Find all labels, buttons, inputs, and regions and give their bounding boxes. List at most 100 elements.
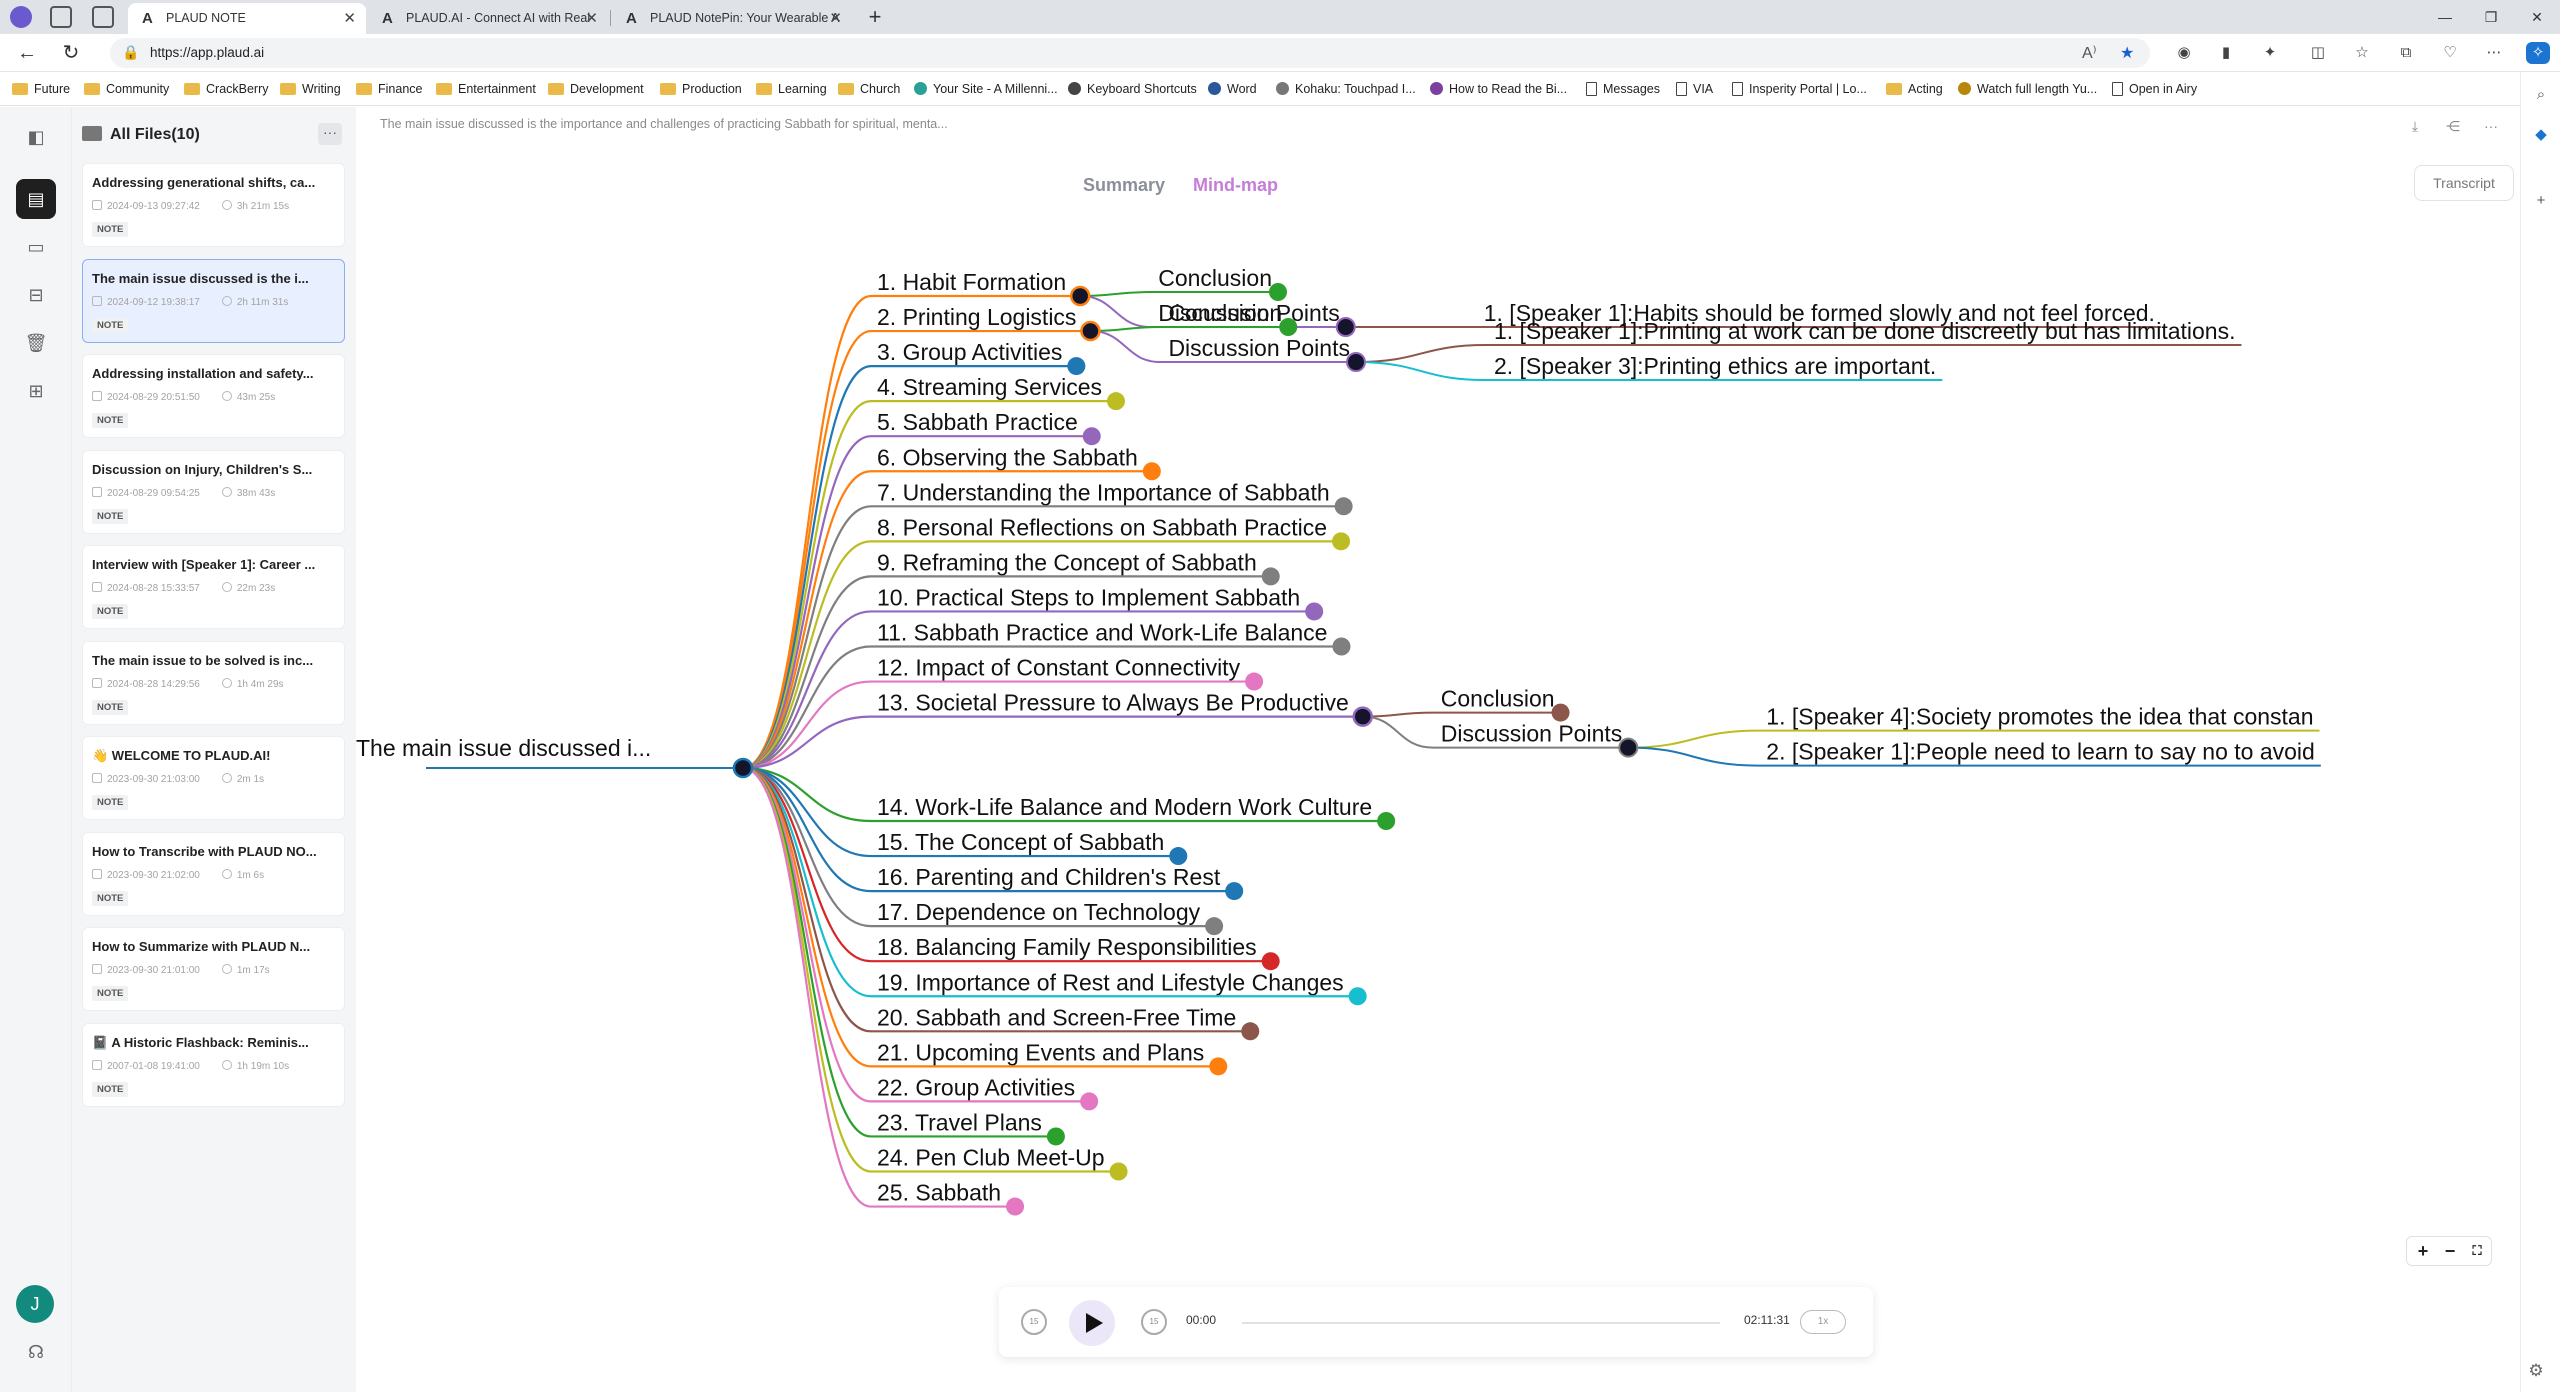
bookmark-insperity[interactable]: Insperity Portal | Lo... [1732, 72, 1867, 106]
topic-node[interactable] [1225, 882, 1244, 901]
mind-map-point[interactable]: 2. [Speaker 3]:Printing ethics are impor… [1494, 353, 1936, 379]
discussion-node[interactable] [1335, 317, 1356, 337]
mind-map-topic[interactable]: 17. Dependence on Technology [877, 899, 1201, 925]
bookmark-acting[interactable]: Acting [1886, 72, 1943, 106]
root-node[interactable] [732, 757, 754, 779]
rewind-15-icon[interactable]: 15 [1021, 1309, 1047, 1335]
mind-map-topic[interactable]: 6. Observing the Sabbath [877, 444, 1138, 470]
zoom-in-button[interactable]: + [2409, 1237, 2437, 1265]
mind-map-topic[interactable]: 7. Understanding the Importance of Sabba… [877, 479, 1330, 505]
bookmark-entertainment[interactable]: Entertainment [436, 72, 536, 106]
files-nav-icon[interactable]: ▤ [16, 179, 56, 219]
forward-15-icon[interactable]: 15 [1141, 1309, 1167, 1335]
mind-map-topic[interactable]: 2. Printing Logistics [877, 304, 1076, 330]
add-sidebar-app-icon[interactable]: + [2530, 190, 2552, 212]
topic-node[interactable] [1080, 320, 1101, 342]
mind-map-topic[interactable]: 4. Streaming Services [877, 374, 1102, 400]
file-card[interactable]: Addressing installation and safety... 202… [82, 354, 345, 438]
tab-plaud-notepin[interactable]: A PLAUD NotePin: Your Wearable A ✕ [612, 3, 852, 34]
file-card[interactable]: How to Transcribe with PLAUD NO... 2023-0… [82, 831, 345, 916]
fit-view-icon[interactable]: ⛶ [2463, 1237, 2491, 1265]
file-card[interactable]: How to Summarize with PLAUD N... 2023-09-… [82, 927, 345, 1011]
mind-map-topic[interactable]: 13. Societal Pressure to Always Be Produ… [877, 690, 1349, 716]
vertical-tabs-icon[interactable] [92, 6, 114, 28]
mind-map-topic[interactable]: 16. Parenting and Children's Rest [877, 864, 1221, 890]
browser-essentials-icon[interactable]: ♡ [2438, 42, 2462, 64]
topic-node[interactable] [1169, 847, 1188, 866]
file-card[interactable]: Addressing generational shifts, ca... 202… [82, 163, 345, 247]
more-options-button[interactable]: ··· [318, 123, 342, 145]
folders-nav-icon[interactable]: ▭ [16, 227, 56, 267]
mind-map-topic[interactable]: 8. Personal Reflections on Sabbath Pract… [877, 514, 1327, 540]
close-tab-icon[interactable]: ✕ [829, 3, 842, 34]
topic-node[interactable] [1305, 602, 1324, 621]
mind-map-discussion[interactable]: Discussion Points [1441, 721, 1623, 747]
favorites-icon[interactable]: ☆ [2350, 42, 2374, 64]
conclusion-node[interactable] [1269, 283, 1287, 301]
back-button[interactable]: ← [12, 39, 42, 67]
avatar[interactable]: J [16, 1285, 54, 1323]
topic-node[interactable] [1205, 917, 1224, 936]
mind-map-topic[interactable]: 21. Upcoming Events and Plans [877, 1039, 1204, 1065]
bookmark-how-to-read[interactable]: How to Read the Bi... [1430, 72, 1567, 106]
playback-speed-button[interactable]: 1x [1800, 1310, 1846, 1334]
shopping-tag-icon[interactable]: ◆ [2530, 124, 2552, 146]
mind-map-point[interactable]: 1. [Speaker 4]:Society promotes the idea… [1766, 704, 2313, 730]
bookmark-keyboard-shortcuts[interactable]: Keyboard Shortcuts [1068, 72, 1197, 106]
topic-node[interactable] [1348, 987, 1367, 1006]
conclusion-node[interactable] [1551, 703, 1570, 722]
mind-map-topic[interactable]: 20. Sabbath and Screen-Free Time [877, 1004, 1236, 1030]
copilot-icon[interactable]: ✧ [2526, 42, 2550, 64]
close-tab-icon[interactable]: ✕ [585, 3, 598, 34]
topic-node[interactable] [1377, 812, 1396, 830]
mind-map-conclusion[interactable]: Conclusion [1158, 265, 1272, 291]
mind-map-discussion[interactable]: Discussion Points [1168, 335, 1350, 361]
conclusion-node[interactable] [1279, 318, 1298, 337]
topic-node[interactable] [1332, 637, 1351, 656]
mind-map-topic[interactable]: 25. Sabbath [877, 1180, 1001, 1206]
extension-icon[interactable]: ◉ [2172, 42, 2196, 64]
mind-map-topic[interactable]: 19. Importance of Rest and Lifestyle Cha… [877, 969, 1344, 995]
bookmark-future[interactable]: Future [12, 72, 70, 106]
close-window-button[interactable]: ✕ [2514, 0, 2560, 34]
url-field[interactable]: 🔒 https://app.plaud.ai A⁾ ★ [110, 38, 2150, 68]
topic-node[interactable] [1106, 392, 1125, 411]
bookmark-kohaku[interactable]: Kohaku: Touchpad I... [1276, 72, 1416, 106]
bookmark-learning[interactable]: Learning [756, 72, 827, 106]
bookmark-messages[interactable]: Messages [1586, 72, 1660, 106]
topic-node[interactable] [1332, 532, 1351, 551]
mind-map-topic[interactable]: 9. Reframing the Concept of Sabbath [877, 549, 1257, 575]
mind-map-root[interactable]: The main issue discussed i... [356, 735, 651, 761]
tab-plaud-note[interactable]: A PLAUD NOTE ✕ [128, 3, 366, 34]
mind-map-point[interactable]: 2. [Speaker 1]:People need to learn to s… [1766, 739, 2315, 765]
mind-map-topic[interactable]: 14. Work-Life Balance and Modern Work Cu… [877, 794, 1372, 820]
file-card[interactable]: Interview with [Speaker 1]: Career ... 20… [82, 545, 345, 629]
new-tab-button[interactable]: + [860, 3, 890, 33]
mind-map-topic[interactable]: 3. Group Activities [877, 339, 1062, 365]
file-card[interactable]: Discussion on Injury, Children's S... 202… [82, 449, 345, 534]
mind-map-point[interactable]: 1. [Speaker 1]:Printing at work can be d… [1494, 318, 2236, 344]
page-icon[interactable]: ▮ [2214, 42, 2238, 64]
topic-node[interactable] [1080, 1092, 1099, 1111]
mind-map-topic[interactable]: 1. Habit Formation [877, 269, 1066, 295]
bookmark-production[interactable]: Production [660, 72, 742, 106]
split-screen-icon[interactable]: ◫ [2306, 42, 2330, 64]
bookmark-crackberry[interactable]: CrackBerry [184, 72, 269, 106]
settings-gear-icon[interactable]: ⚙ [2524, 1359, 2548, 1383]
file-card[interactable]: The main issue discussed is the i... 2024… [82, 258, 345, 343]
topic-node[interactable] [1069, 285, 1091, 307]
mind-map-topic[interactable]: 22. Group Activities [877, 1074, 1075, 1100]
topic-node[interactable] [1245, 672, 1264, 691]
collections-icon[interactable]: ⧉ [2394, 42, 2418, 64]
bookmark-word[interactable]: Word [1208, 72, 1257, 106]
mind-map-topic[interactable]: 18. Balancing Family Responsibilities [877, 934, 1257, 960]
mind-map-topic[interactable]: 24. Pen Club Meet-Up [877, 1145, 1105, 1171]
profile-icon[interactable] [10, 6, 32, 28]
mind-map-topic[interactable]: 12. Impact of Constant Connectivity [877, 655, 1241, 681]
bookmark-watch-full-length[interactable]: Watch full length Yu... [1958, 72, 2097, 106]
settings-menu-icon[interactable]: ⋯ [2482, 42, 2506, 64]
mind-map-conclusion[interactable]: Conclusion [1441, 686, 1555, 712]
zoom-out-button[interactable]: − [2436, 1237, 2464, 1265]
play-button[interactable] [1069, 1300, 1115, 1346]
file-card[interactable]: 👋 WELCOME TO PLAUD.AI! 2023-09-30 21:03:0… [82, 736, 345, 820]
